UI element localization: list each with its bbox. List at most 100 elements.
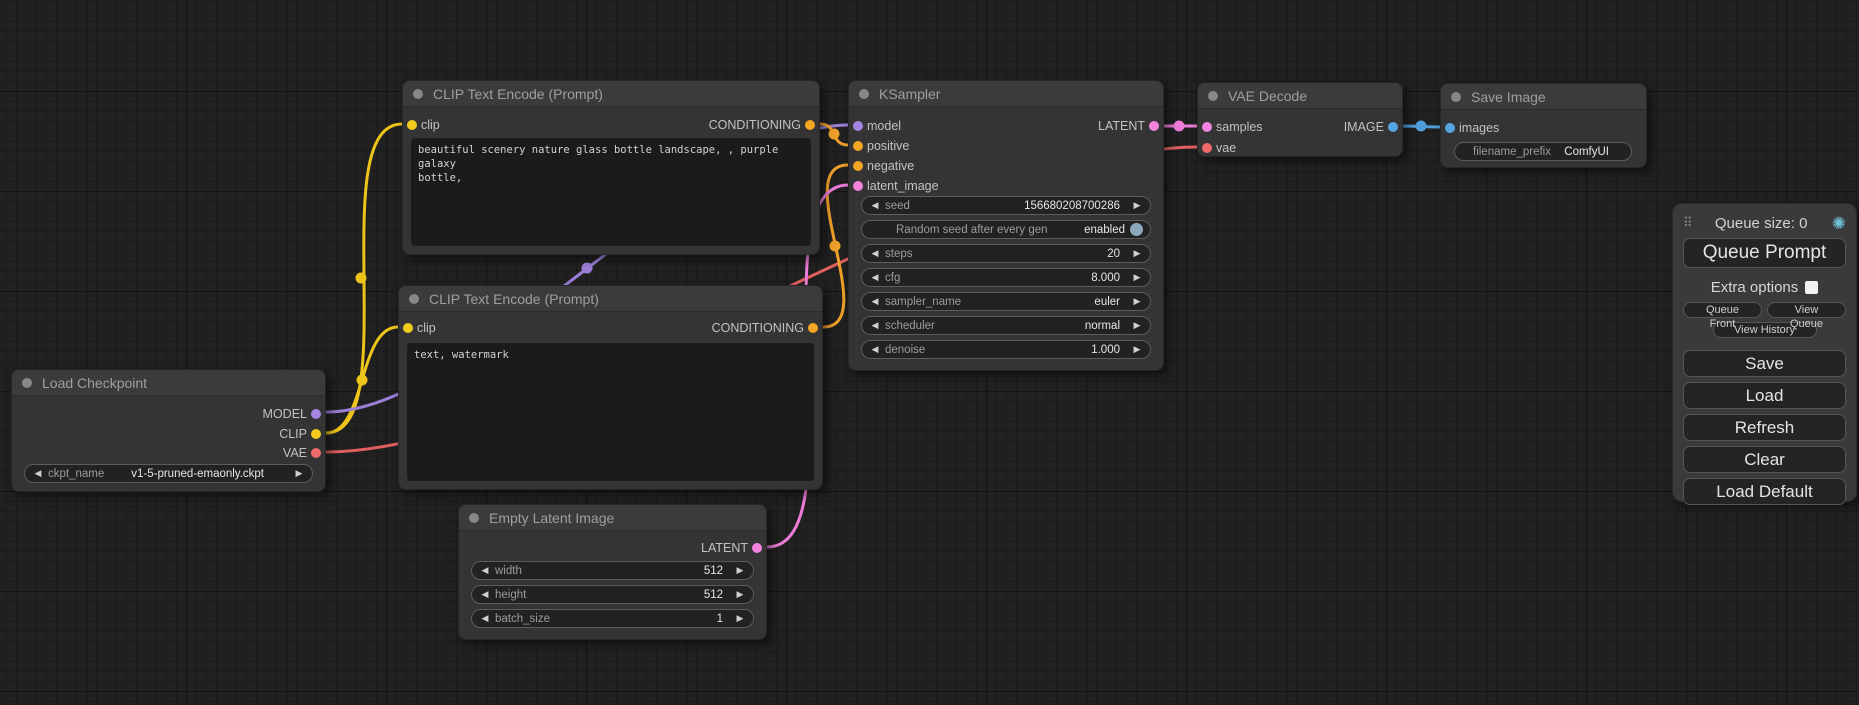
latent-output-dot[interactable] [752,543,762,553]
decrement-arrow-icon[interactable]: ◀ [868,320,882,331]
widget-value: normal [1085,320,1120,332]
increment-arrow-icon[interactable]: ▶ [1130,344,1144,355]
slot-label: CONDITIONING [712,321,804,335]
decrement-arrow-icon[interactable]: ◀ [478,565,492,576]
positive-input-dot[interactable] [853,141,863,151]
collapse-dot-icon[interactable] [469,513,479,523]
output-slot-clip: CLIP [279,424,325,444]
input-slot-samples: samples [1198,117,1263,137]
positive-prompt-textarea[interactable]: beautiful scenery nature glass bottle la… [411,138,811,246]
settings-gear-icon[interactable]: ✺ [1832,215,1846,232]
collapse-dot-icon[interactable] [1208,91,1218,101]
decrement-arrow-icon[interactable]: ◀ [478,589,492,600]
extra-options-checkbox[interactable] [1805,281,1818,294]
increment-arrow-icon[interactable]: ▶ [1130,320,1144,331]
load-button[interactable]: Load [1683,382,1846,409]
model-input-dot[interactable] [853,121,863,131]
widget-denoise[interactable]: ◀ denoise 1.000 ▶ [861,340,1151,359]
collapse-dot-icon[interactable] [1451,92,1461,102]
drag-handle-icon[interactable]: ⠿ [1683,215,1691,231]
decrement-arrow-icon[interactable]: ◀ [31,468,45,479]
vae-output-dot[interactable] [311,448,321,458]
model-output-dot[interactable] [311,409,321,419]
widget-value: ComfyUI [1564,146,1609,158]
node-save-image[interactable]: Save Image images filename_prefix ComfyU… [1440,83,1647,168]
negative-prompt-textarea[interactable]: text, watermark [407,343,814,481]
widget-filename-prefix[interactable]: filename_prefix ComfyUI [1454,142,1632,161]
decrement-arrow-icon[interactable]: ◀ [868,272,882,283]
extra-options-label: Extra options [1711,279,1799,296]
widget-batch-size[interactable]: ◀ batch_size 1 ▶ [471,609,754,628]
queue-front-button[interactable]: Queue Front [1683,302,1762,318]
vae-input-dot[interactable] [1202,143,1212,153]
node-title-bar[interactable]: Load Checkpoint [12,370,325,396]
conditioning-output-dot[interactable] [808,323,818,333]
output-slot-model: MODEL [263,404,325,424]
node-title-bar[interactable]: CLIP Text Encode (Prompt) [399,286,822,312]
widget-cfg[interactable]: ◀ cfg 8.000 ▶ [861,268,1151,287]
node-title-bar[interactable]: VAE Decode [1198,83,1402,109]
widget-scheduler[interactable]: ◀ scheduler normal ▶ [861,316,1151,335]
node-title-bar[interactable]: Empty Latent Image [459,505,766,531]
image-output-dot[interactable] [1388,122,1398,132]
toggle-dot-icon[interactable] [1130,223,1143,236]
increment-arrow-icon[interactable]: ▶ [733,613,747,624]
decrement-arrow-icon[interactable]: ◀ [868,248,882,259]
widget-width[interactable]: ◀ width 512 ▶ [471,561,754,580]
increment-arrow-icon[interactable]: ▶ [1130,272,1144,283]
decrement-arrow-icon[interactable]: ◀ [868,296,882,307]
node-title: Load Checkpoint [42,375,147,391]
clip-output-dot[interactable] [311,429,321,439]
node-title-bar[interactable]: Save Image [1441,84,1646,110]
widget-label: height [495,589,526,601]
node-clip-text-encode-negative[interactable]: CLIP Text Encode (Prompt) clip CONDITION… [398,285,823,490]
node-empty-latent-image[interactable]: Empty Latent Image LATENT ◀ width 512 ▶ … [458,504,767,640]
widget-seed[interactable]: ◀ seed 156680208700286 ▶ [861,196,1151,215]
view-queue-button[interactable]: View Queue [1767,302,1846,318]
output-slot-latent: LATENT [701,538,766,558]
widget-height[interactable]: ◀ height 512 ▶ [471,585,754,604]
slot-label: latent_image [867,179,939,193]
decrement-arrow-icon[interactable]: ◀ [868,200,882,211]
node-vae-decode[interactable]: VAE Decode samples vae IMAGE [1197,82,1403,157]
widget-sampler-name[interactable]: ◀ sampler_name euler ▶ [861,292,1151,311]
increment-arrow-icon[interactable]: ▶ [1130,200,1144,211]
samples-input-dot[interactable] [1202,122,1212,132]
queue-prompt-button[interactable]: Queue Prompt [1683,238,1846,268]
increment-arrow-icon[interactable]: ▶ [1130,296,1144,307]
node-title: Save Image [1471,89,1546,105]
node-ksampler[interactable]: KSampler model positive negative latent_… [848,80,1164,371]
slot-label: MODEL [263,407,307,421]
latent-image-input-dot[interactable] [853,181,863,191]
collapse-dot-icon[interactable] [413,89,423,99]
widget-random-seed-toggle[interactable]: Random seed after every gen enabled [861,220,1151,239]
decrement-arrow-icon[interactable]: ◀ [478,613,492,624]
clip-input-dot[interactable] [407,120,417,130]
negative-input-dot[interactable] [853,161,863,171]
clear-button[interactable]: Clear [1683,446,1846,473]
conditioning-output-dot[interactable] [805,120,815,130]
widget-ckpt-name[interactable]: ◀ ckpt_name v1-5-pruned-emaonly.ckpt ▶ [24,464,313,483]
input-slot-clip: clip [403,115,440,135]
save-button[interactable]: Save [1683,350,1846,377]
load-default-button[interactable]: Load Default [1683,478,1846,505]
widget-steps[interactable]: ◀ steps 20 ▶ [861,244,1151,263]
increment-arrow-icon[interactable]: ▶ [733,565,747,576]
link-dot [1416,121,1427,132]
decrement-arrow-icon[interactable]: ◀ [868,344,882,355]
collapse-dot-icon[interactable] [409,294,419,304]
node-load-checkpoint[interactable]: Load Checkpoint MODEL CLIP VAE ◀ ckpt_na… [11,369,326,492]
node-title-bar[interactable]: KSampler [849,81,1163,107]
collapse-dot-icon[interactable] [859,89,869,99]
node-title-bar[interactable]: CLIP Text Encode (Prompt) [403,81,819,107]
widget-label: sampler_name [885,296,961,308]
increment-arrow-icon[interactable]: ▶ [292,468,306,479]
increment-arrow-icon[interactable]: ▶ [1130,248,1144,259]
clip-input-dot[interactable] [403,323,413,333]
images-input-dot[interactable] [1445,123,1455,133]
collapse-dot-icon[interactable] [22,378,32,388]
node-clip-text-encode-positive[interactable]: CLIP Text Encode (Prompt) clip CONDITION… [402,80,820,255]
refresh-button[interactable]: Refresh [1683,414,1846,441]
increment-arrow-icon[interactable]: ▶ [733,589,747,600]
latent-output-dot[interactable] [1149,121,1159,131]
